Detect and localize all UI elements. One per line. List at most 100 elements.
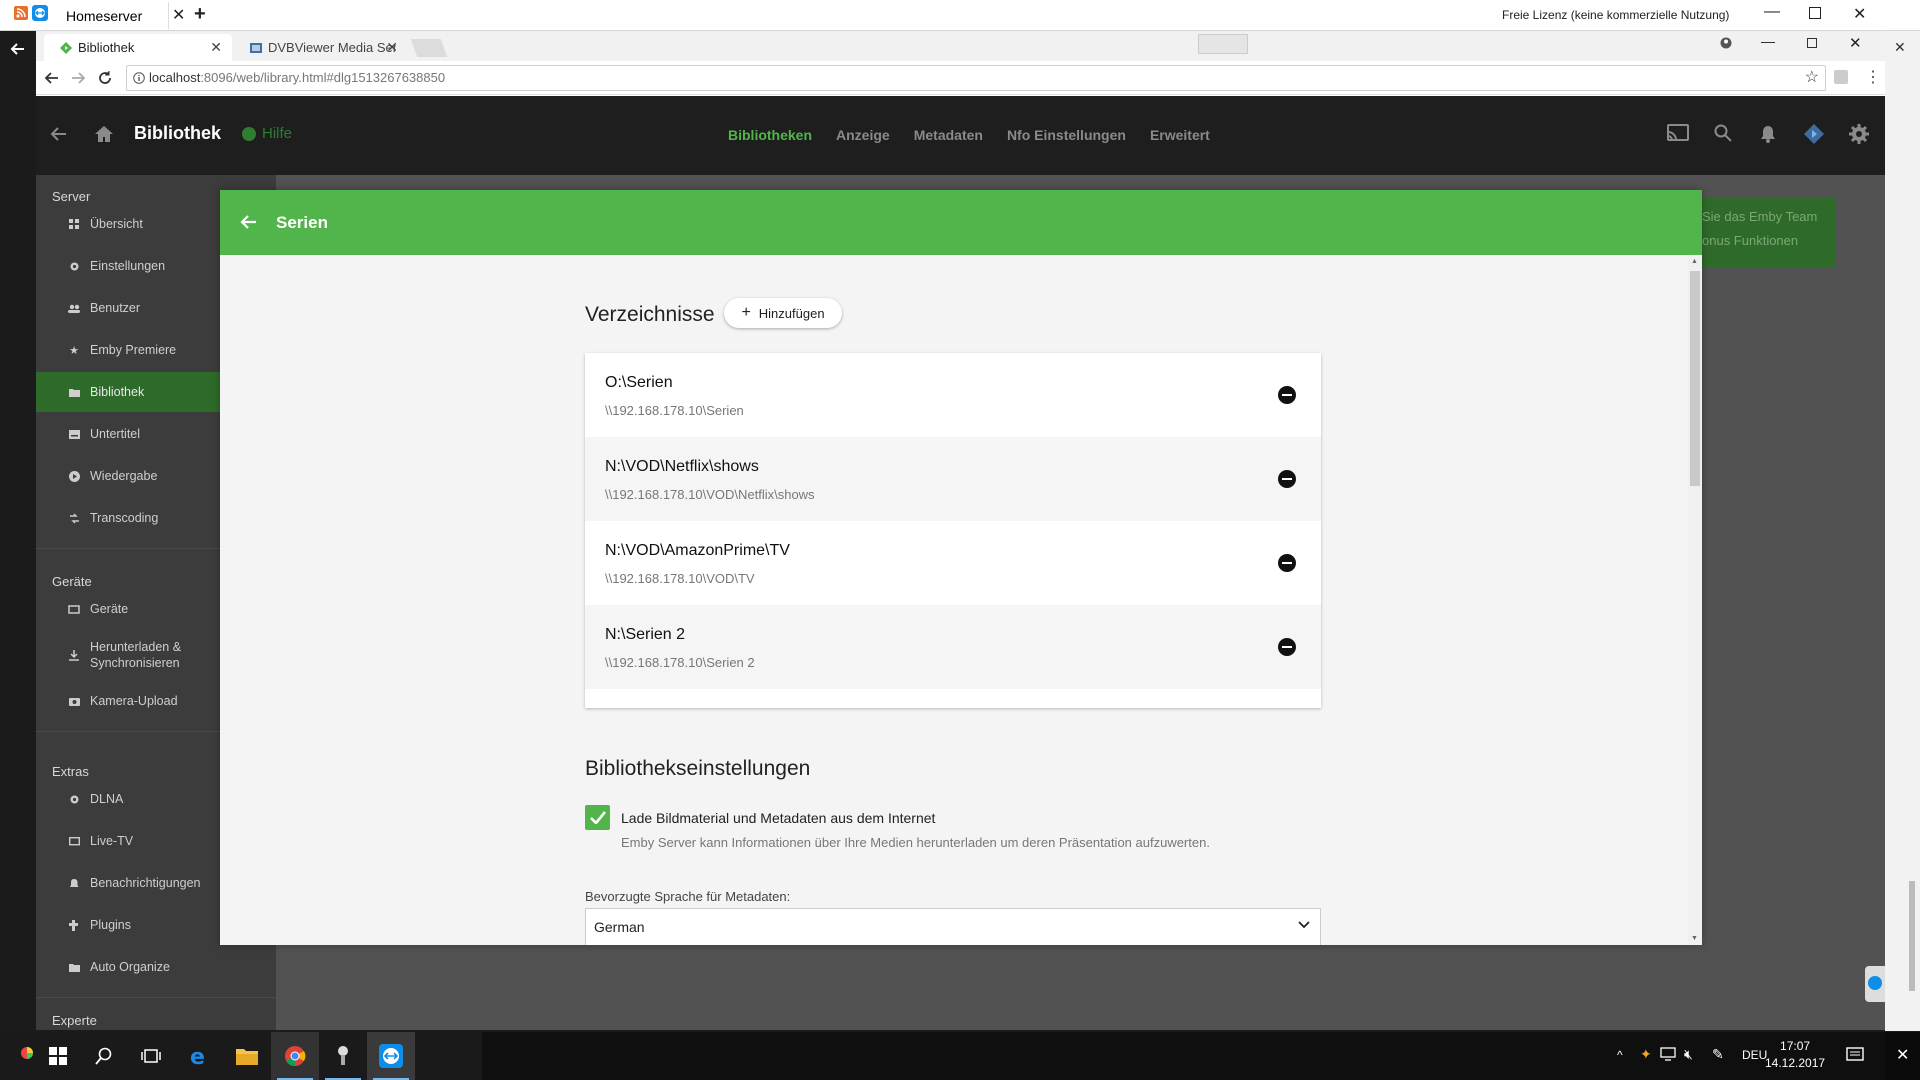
profile-icon[interactable] bbox=[1720, 37, 1732, 49]
tray-app-icon[interactable]: ✦ bbox=[1640, 1046, 1652, 1063]
folder-row[interactable]: N:\Serien 2 \\192.168.178.10\Serien 2 bbox=[585, 605, 1321, 689]
browser-tab-dvbviewer[interactable]: DVBViewer Media Server ✕ bbox=[234, 34, 408, 61]
url-input[interactable]: localhost:8096/web/library.html#dlg15132… bbox=[126, 65, 1826, 91]
nav-back-icon[interactable] bbox=[44, 70, 60, 86]
remote-toolbar-handle[interactable] bbox=[1198, 34, 1248, 54]
task-view-icon[interactable] bbox=[127, 1032, 175, 1080]
sidebar-item-label: Auto Organize bbox=[90, 960, 170, 974]
minimize-icon[interactable]: — bbox=[1764, 3, 1780, 21]
tab-anzeige[interactable]: Anzeige bbox=[836, 127, 890, 143]
header-back-icon[interactable] bbox=[50, 125, 68, 143]
folder-path: \\192.168.178.10\Serien bbox=[605, 403, 744, 418]
sidebar-item-label: Emby Premiere bbox=[90, 343, 177, 357]
settings-icon bbox=[68, 793, 80, 805]
search-icon[interactable] bbox=[80, 1032, 128, 1080]
input-language[interactable]: DEU bbox=[1742, 1048, 1767, 1062]
tray-network-icon[interactable] bbox=[1660, 1047, 1676, 1061]
tab-metadaten[interactable]: Metadaten bbox=[914, 127, 983, 143]
lamp-app-icon[interactable] bbox=[319, 1032, 367, 1080]
browser-close-icon[interactable]: ✕ bbox=[1849, 34, 1862, 52]
back-arrow-icon[interactable] bbox=[10, 41, 26, 57]
remote-session-tab[interactable] bbox=[1865, 966, 1885, 1002]
teamviewer-taskbar-icon[interactable] bbox=[367, 1032, 415, 1080]
remove-circle-icon[interactable] bbox=[1278, 554, 1296, 572]
edge-browser-icon[interactable]: e bbox=[175, 1032, 223, 1080]
sidebar-item-auto-organize[interactable]: Auto Organize bbox=[36, 947, 276, 987]
info-icon[interactable] bbox=[133, 72, 145, 84]
promo-line-1: Sie das Emby Team bbox=[1702, 209, 1818, 224]
page-viewport: Bibliothek Hilfe Bibliotheken Anzeige Me… bbox=[36, 96, 1885, 1030]
add-folder-button[interactable]: + Hinzufügen bbox=[724, 298, 842, 328]
tab-bibliotheken[interactable]: Bibliotheken bbox=[728, 127, 812, 143]
premiere-promo-card[interactable]: Sie das Emby Team onus Funktionen bbox=[1690, 197, 1836, 267]
gear-icon bbox=[68, 260, 80, 272]
new-tab-button[interactable] bbox=[410, 39, 448, 57]
extension-icon[interactable] bbox=[1834, 70, 1848, 84]
panel-close-icon[interactable]: ✕ bbox=[1894, 39, 1906, 56]
home-icon[interactable] bbox=[94, 124, 114, 144]
sidebar-item-label: Kamera-Upload bbox=[90, 694, 178, 708]
sidebar-item-label: Einstellungen bbox=[90, 259, 166, 273]
user-avatar-icon[interactable] bbox=[1804, 124, 1824, 144]
metadata-language-select[interactable]: German bbox=[585, 908, 1321, 945]
remove-circle-icon[interactable] bbox=[1278, 386, 1296, 404]
tab-nfo-einstellungen[interactable]: Nfo Einstellungen bbox=[1007, 127, 1126, 143]
folder-row[interactable]: O:\Serien \\192.168.178.10\Serien bbox=[585, 353, 1321, 437]
download-images-checkbox[interactable] bbox=[585, 805, 610, 830]
folder-row[interactable]: N:\VOD\AmazonPrime\TV \\192.168.178.10\V… bbox=[585, 521, 1321, 605]
file-explorer-icon[interactable] bbox=[223, 1032, 271, 1080]
browser-restore-icon[interactable] bbox=[1807, 38, 1817, 48]
help-link[interactable]: Hilfe bbox=[242, 125, 292, 142]
nav-forward-icon[interactable] bbox=[70, 70, 86, 86]
dialog-scrollbar[interactable]: ▲ ▼ bbox=[1688, 255, 1702, 945]
remote-tab[interactable]: Homeserver bbox=[52, 2, 158, 30]
metadata-language-label: Bevorzugte Sprache für Metadaten: bbox=[585, 889, 791, 904]
start-windows-icon[interactable] bbox=[34, 1032, 82, 1080]
remote-side-panel bbox=[0, 31, 36, 1031]
remote-panel-close-icon[interactable]: ✕ bbox=[1896, 1045, 1909, 1065]
reload-icon[interactable] bbox=[97, 70, 113, 86]
notifications-bell-icon[interactable] bbox=[1760, 124, 1776, 144]
plus-icon: + bbox=[741, 304, 751, 321]
folder-row[interactable]: N:\VOD\Netflix\shows \\192.168.178.10\VO… bbox=[585, 437, 1321, 521]
browser-minimize-icon[interactable]: — bbox=[1761, 33, 1775, 49]
cast-icon[interactable] bbox=[1667, 124, 1689, 142]
folder-path: \\192.168.178.10\Serien 2 bbox=[605, 655, 755, 670]
plugin-icon bbox=[68, 919, 80, 931]
multicolor-app-icon[interactable] bbox=[20, 1046, 34, 1060]
tab-close-icon[interactable]: ✕ bbox=[386, 39, 398, 56]
remove-circle-icon[interactable] bbox=[1278, 470, 1296, 488]
taskbar-clock[interactable]: 17:07 14.12.2017 bbox=[1765, 1038, 1825, 1072]
window-close-icon[interactable]: ✕ bbox=[1853, 4, 1866, 24]
tab-close-icon[interactable]: ✕ bbox=[210, 39, 222, 56]
download-images-label[interactable]: Lade Bildmaterial und Metadaten aus dem … bbox=[621, 810, 935, 826]
remove-circle-icon[interactable] bbox=[1278, 638, 1296, 656]
tray-pen-icon[interactable]: ✎ bbox=[1712, 1046, 1724, 1063]
subtitles-icon bbox=[68, 428, 80, 440]
search-icon[interactable] bbox=[1714, 124, 1732, 142]
chrome-icon[interactable] bbox=[271, 1032, 319, 1080]
remote-tab-close-icon[interactable]: ✕ bbox=[172, 5, 185, 25]
scroll-up-icon[interactable]: ▲ bbox=[1691, 258, 1698, 265]
action-center-icon[interactable] bbox=[1846, 1046, 1864, 1064]
new-tab-plus-icon[interactable]: + bbox=[194, 3, 206, 26]
maximize-icon[interactable] bbox=[1809, 7, 1821, 19]
browser-menu-icon[interactable]: ⋮ bbox=[1865, 67, 1881, 87]
folder-icon bbox=[68, 961, 80, 973]
library-settings-heading: Bibliothekseinstellungen bbox=[585, 757, 811, 780]
settings-gear-icon[interactable] bbox=[1849, 124, 1869, 144]
tab-erweitert[interactable]: Erweitert bbox=[1150, 127, 1210, 143]
browser-tab-bibliothek[interactable]: Bibliothek ✕ bbox=[44, 34, 232, 61]
tray-chevron-up-icon[interactable]: ^ bbox=[1617, 1048, 1623, 1062]
dialog-scrollbar-thumb[interactable] bbox=[1690, 271, 1700, 486]
bookmark-star-icon[interactable]: ☆ bbox=[1805, 66, 1819, 90]
sidebar-item-label: Geräte bbox=[90, 602, 129, 616]
page-title: Bibliothek bbox=[134, 123, 222, 143]
dialog-back-arrow-icon[interactable] bbox=[240, 214, 257, 230]
tray-volume-muted-icon[interactable]: 🔇︎ bbox=[1684, 1046, 1693, 1063]
license-text: Freie Lizenz (keine kommerzielle Nutzung… bbox=[1502, 8, 1730, 22]
remote-scrollbar[interactable] bbox=[1909, 881, 1915, 991]
scroll-down-icon[interactable]: ▼ bbox=[1691, 935, 1698, 942]
sidebar-item-label: Transcoding bbox=[90, 511, 159, 525]
help-label: Hilfe bbox=[262, 125, 293, 142]
